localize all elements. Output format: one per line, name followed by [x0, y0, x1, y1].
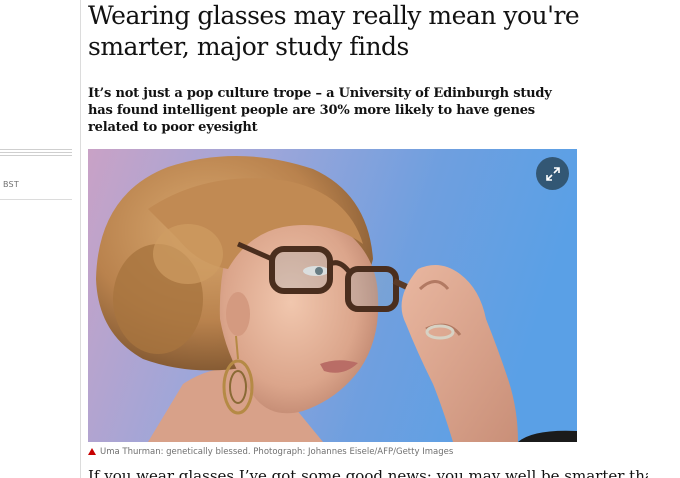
red-triangle-icon: [88, 448, 96, 455]
caption-text: Uma Thurman: genetically blessed. Photog…: [100, 447, 454, 457]
image-caption: Uma Thurman: genetically blessed. Photog…: [88, 446, 577, 458]
expand-image-button[interactable]: [536, 157, 569, 190]
expand-arrows-icon: [545, 166, 560, 181]
divider: [0, 199, 72, 200]
left-column: BST: [0, 0, 81, 478]
divider-rules: [0, 149, 72, 158]
article-standfirst: It’s not just a pop culture trope – a Un…: [88, 86, 552, 135]
article-body-first-line: If you wear glasses I’ve got some good n…: [88, 467, 648, 478]
article-photo: [88, 149, 577, 442]
article-headline: Wearing glasses may really mean you're s…: [88, 1, 580, 61]
timezone-label: BST: [3, 180, 19, 189]
